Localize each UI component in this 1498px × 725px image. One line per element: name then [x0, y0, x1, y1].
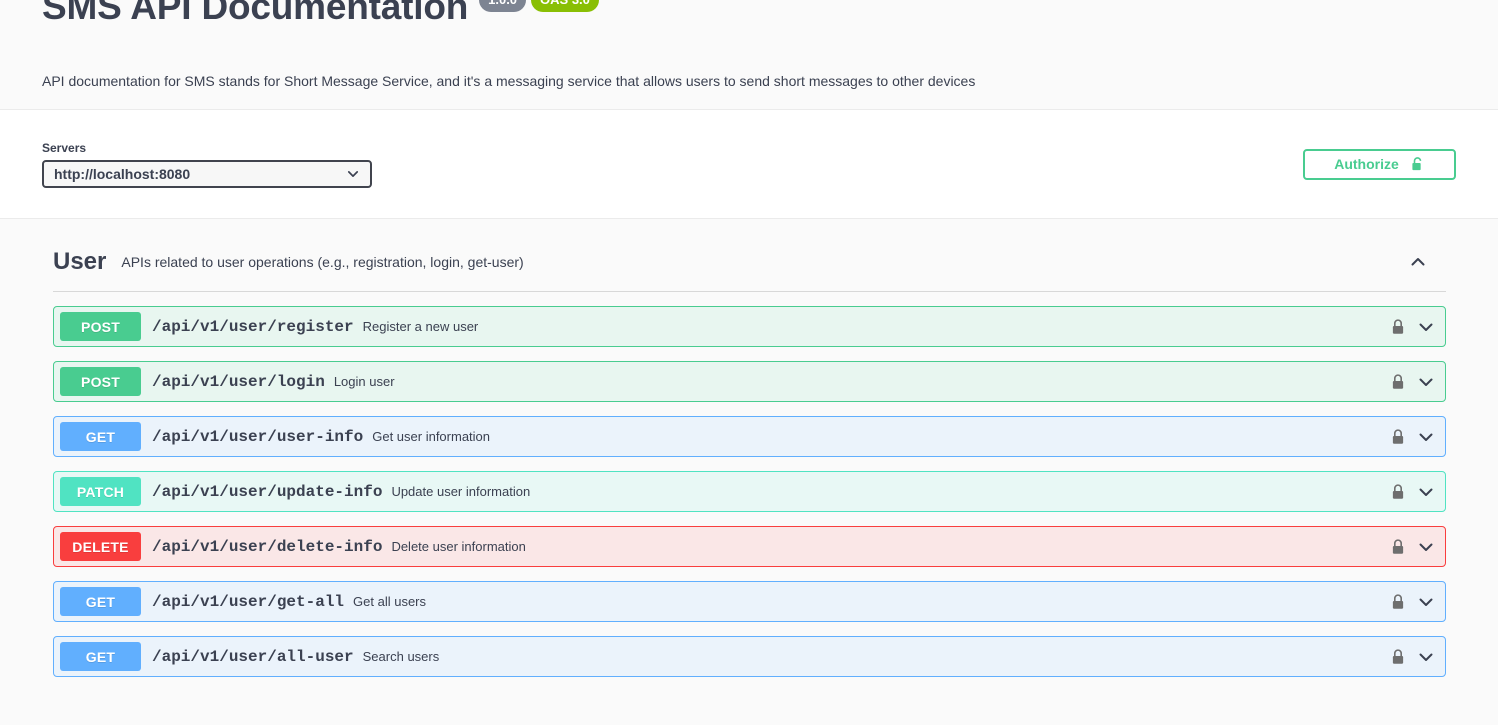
lock-icon[interactable] — [1390, 483, 1406, 501]
tag-name: User — [53, 248, 107, 275]
operation-row-get-user-info[interactable]: GET /api/v1/user/user-info Get user info… — [53, 416, 1446, 457]
http-method-badge: PATCH — [60, 477, 141, 506]
chevron-down-icon[interactable] — [1416, 427, 1436, 447]
operation-list: POST /api/v1/user/register Register a ne… — [42, 306, 1456, 677]
lock-icon[interactable] — [1390, 373, 1406, 391]
title-badges: 1.0.0 OAS 3.0 — [479, 0, 599, 12]
chevron-down-icon[interactable] — [1416, 372, 1436, 392]
operation-row-get-get-all[interactable]: GET /api/v1/user/get-all Get all users — [53, 581, 1446, 622]
server-select[interactable]: http://localhost:8080 — [42, 159, 372, 188]
http-method-badge: GET — [60, 587, 141, 616]
api-info-band: SMS API Documentation 1.0.0 OAS 3.0 API … — [0, 0, 1498, 109]
operation-summary: Get all users — [353, 594, 427, 609]
tag-header-user[interactable]: User APIs related to user operations (e.… — [42, 238, 1456, 286]
tag-divider — [53, 291, 1446, 292]
operation-path: /api/v1/user/delete-info — [152, 537, 383, 556]
lock-icon[interactable] — [1390, 318, 1406, 336]
version-badge: 1.0.0 — [479, 0, 527, 12]
chevron-down-icon[interactable] — [1416, 592, 1436, 612]
authorize-button[interactable]: Authorize — [1303, 148, 1456, 180]
authorize-button-label: Authorize — [1334, 156, 1399, 172]
operations-area: User APIs related to user operations (e.… — [0, 219, 1498, 677]
operation-summary: Search users — [362, 649, 440, 664]
chevron-down-icon[interactable] — [1416, 317, 1436, 337]
chevron-down-icon[interactable] — [1416, 647, 1436, 667]
lock-icon[interactable] — [1390, 593, 1406, 611]
operation-summary: Login user — [333, 374, 395, 389]
operation-row-patch-update-info[interactable]: PATCH /api/v1/user/update-info Update us… — [53, 471, 1446, 512]
tag-section-user: User APIs related to user operations (e.… — [42, 219, 1456, 677]
http-method-badge: GET — [60, 422, 141, 451]
lock-icon[interactable] — [1390, 538, 1406, 556]
server-select-value: http://localhost:8080 — [54, 165, 191, 182]
chevron-down-icon — [346, 167, 360, 181]
operation-summary: Delete user information — [391, 539, 526, 554]
operation-path: /api/v1/user/login — [152, 372, 325, 391]
page-title: SMS API Documentation — [42, 0, 469, 27]
http-method-badge: GET — [60, 642, 141, 671]
oas-version-badge: OAS 3.0 — [531, 0, 599, 12]
api-description: API documentation for SMS stands for Sho… — [42, 73, 976, 89]
lock-icon[interactable] — [1390, 428, 1406, 446]
http-method-badge: DELETE — [60, 532, 141, 561]
lock-icon[interactable] — [1390, 648, 1406, 666]
operation-path: /api/v1/user/user-info — [152, 427, 364, 446]
operation-row-delete-delete-info[interactable]: DELETE /api/v1/user/delete-info Delete u… — [53, 526, 1446, 567]
operation-path: /api/v1/user/update-info — [152, 482, 383, 501]
servers-block: Servers http://localhost:8080 — [42, 141, 372, 188]
operation-row-post-register[interactable]: POST /api/v1/user/register Register a ne… — [53, 306, 1446, 347]
servers-band: Servers http://localhost:8080 Authorize — [0, 109, 1498, 219]
http-method-badge: POST — [60, 312, 141, 341]
operation-path: /api/v1/user/register — [152, 317, 354, 336]
tag-description: APIs related to user operations (e.g., r… — [121, 254, 524, 270]
chevron-down-icon[interactable] — [1416, 482, 1436, 502]
operation-path: /api/v1/user/get-all — [152, 592, 345, 611]
chevron-down-icon[interactable] — [1416, 537, 1436, 557]
operation-summary: Update user information — [391, 484, 531, 499]
servers-label: Servers — [42, 140, 87, 155]
http-method-badge: POST — [60, 367, 141, 396]
title-row: SMS API Documentation 1.0.0 OAS 3.0 — [42, 0, 1456, 28]
operation-summary: Register a new user — [362, 319, 479, 334]
operation-path: /api/v1/user/all-user — [152, 647, 354, 666]
operation-row-get-all-user[interactable]: GET /api/v1/user/all-user Search users — [53, 636, 1446, 677]
chevron-up-icon[interactable] — [1408, 252, 1428, 272]
operation-summary: Get user information — [372, 429, 491, 444]
operation-row-post-login[interactable]: POST /api/v1/user/login Login user — [53, 361, 1446, 402]
unlock-icon — [1410, 156, 1425, 173]
